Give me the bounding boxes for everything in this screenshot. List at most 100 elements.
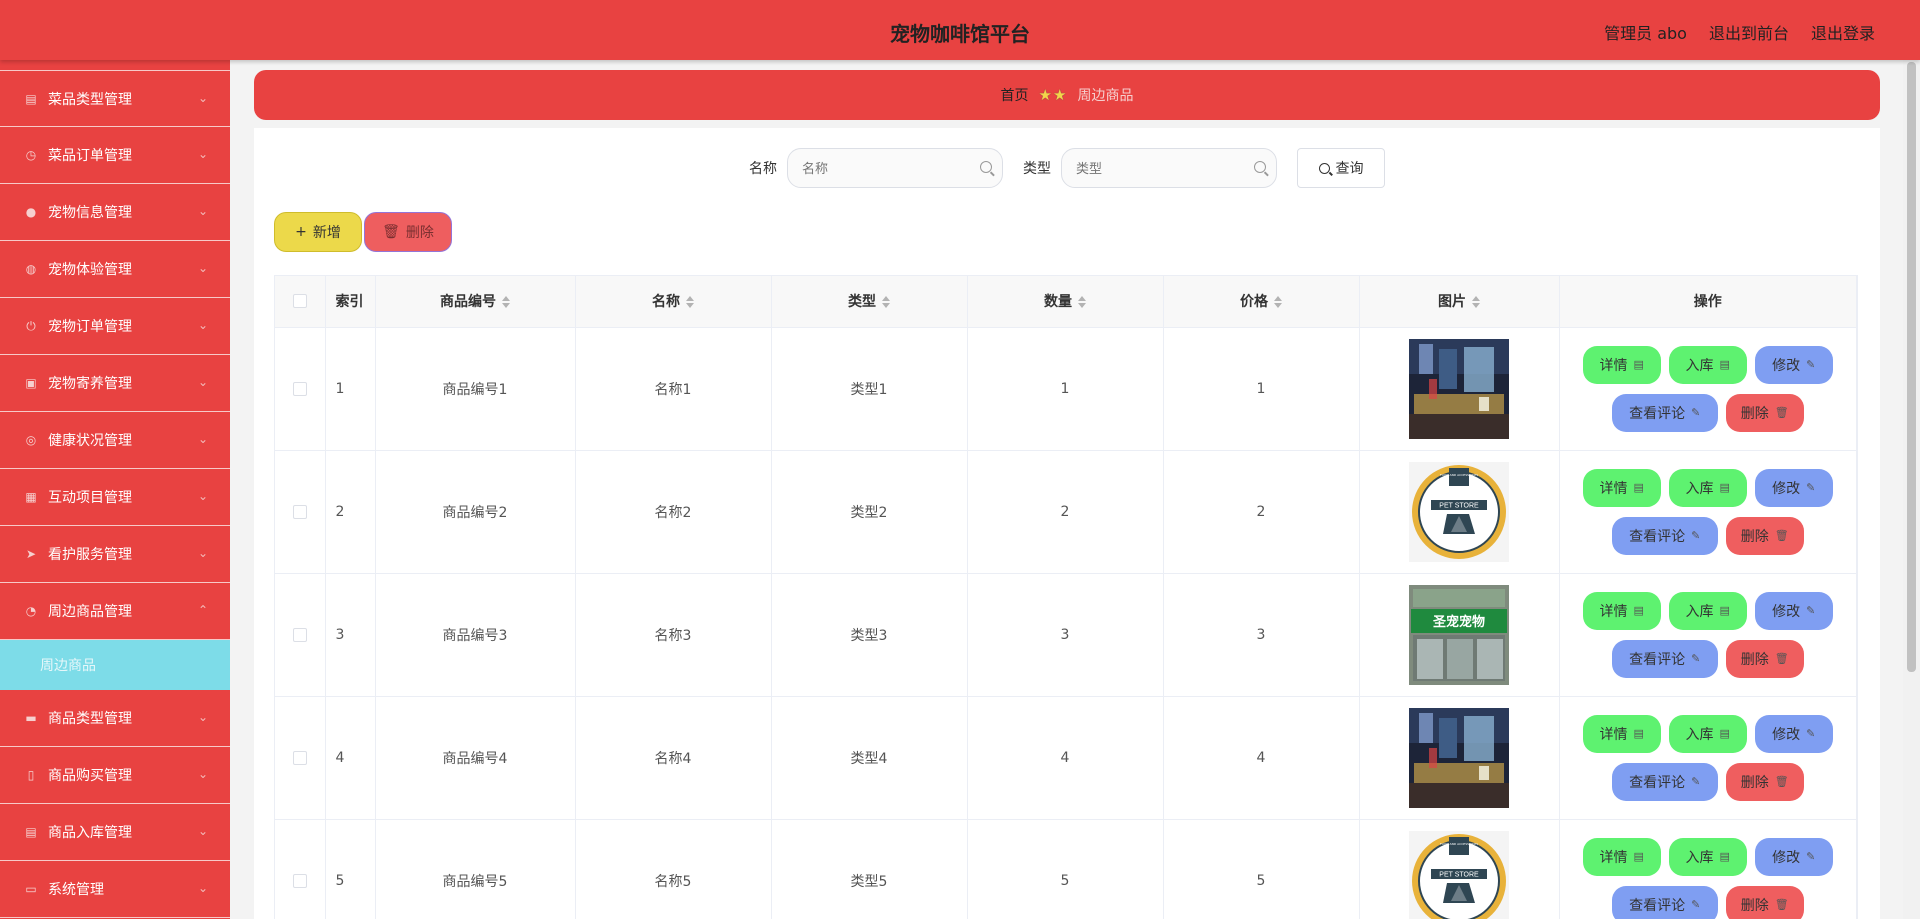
- batch-delete-button[interactable]: 🗑 删除: [364, 212, 452, 252]
- sort-icon[interactable]: [1472, 296, 1480, 309]
- chevron-down-icon: ⌄: [197, 710, 208, 724]
- stock-in-button[interactable]: 入库 ▤: [1668, 345, 1747, 384]
- breadcrumb-home[interactable]: 首页: [1001, 85, 1029, 105]
- sidebar-subitem-merch[interactable]: 周边商品: [0, 640, 230, 690]
- delete-button[interactable]: 删除 🗑: [1725, 762, 1804, 801]
- view-reviews-button[interactable]: 查看评论 ✎: [1611, 762, 1718, 801]
- edit-button[interactable]: 修改 ✎: [1754, 591, 1833, 630]
- search-icon: [1254, 161, 1266, 173]
- document-icon: ▤: [1719, 481, 1730, 494]
- pencil-icon: ✎: [1806, 727, 1816, 740]
- detail-button[interactable]: 详情 ▤: [1582, 714, 1661, 753]
- header-qty[interactable]: 数量: [967, 276, 1164, 328]
- sidebar-item-pet-info[interactable]: ● 宠物信息管理 ⌄: [0, 184, 230, 241]
- row-checkbox[interactable]: [292, 381, 307, 396]
- cell-type: 类型2: [771, 450, 968, 574]
- table-row: 2 商品编号2 名称2 类型2 2 2 FOOD AND ACCESSORIES PET ST…: [275, 450, 1857, 574]
- detail-button[interactable]: 详情 ▤: [1582, 837, 1661, 876]
- document-icon: ▤: [1633, 604, 1644, 617]
- header-image[interactable]: 图片: [1359, 276, 1560, 328]
- name-search-field: [787, 148, 1003, 188]
- stock-in-button[interactable]: 入库 ▤: [1668, 468, 1747, 507]
- sort-icon[interactable]: [1078, 296, 1086, 309]
- sidebar-item-pet-order[interactable]: ⏻ 宠物订单管理 ⌄: [0, 298, 230, 355]
- cell-ops: 详情 ▤ 入库 ▤ 修改 ✎ 查看评论 ✎ 删除 🗑: [1559, 450, 1857, 574]
- sidebar-item-label: 宠物订单管理: [48, 319, 132, 335]
- sidebar-item-pet-experience[interactable]: ◍ 宠物体验管理 ⌄: [0, 241, 230, 298]
- sidebar-item-health[interactable]: ◎ 健康状况管理 ⌄: [0, 412, 230, 469]
- stock-in-label: 入库: [1685, 603, 1714, 620]
- view-reviews-button[interactable]: 查看评论 ✎: [1611, 885, 1718, 919]
- query-button[interactable]: 查询: [1297, 148, 1385, 188]
- cell-type: 类型5: [771, 819, 968, 919]
- sort-icon[interactable]: [882, 296, 890, 309]
- detail-button[interactable]: 详情 ▤: [1582, 468, 1661, 507]
- sidebar-item-system[interactable]: ▭ 系统管理 ⌄: [0, 861, 230, 918]
- name-search-input[interactable]: [788, 149, 1002, 187]
- user-icon: ●: [25, 205, 37, 219]
- detail-button[interactable]: 详情 ▤: [1582, 345, 1661, 384]
- search-icon: [980, 161, 992, 173]
- header-price[interactable]: 价格: [1163, 276, 1360, 328]
- cell-image: FOOD AND ACCESSORIES PET STORE: [1359, 819, 1560, 919]
- row-checkbox[interactable]: [292, 627, 307, 642]
- chevron-down-icon: ⌄: [197, 432, 208, 446]
- row-checkbox[interactable]: [292, 750, 307, 765]
- trash-icon: 🗑: [1774, 775, 1789, 788]
- header-type[interactable]: 类型: [771, 276, 968, 328]
- power-icon: ⏻: [26, 318, 36, 333]
- chevron-down-icon: ⌄: [197, 91, 208, 105]
- scrollbar-thumb[interactable]: [1907, 62, 1916, 672]
- row-checkbox[interactable]: [292, 504, 307, 519]
- sidebar-item-label: 看护服务管理: [48, 547, 132, 563]
- stock-in-button[interactable]: 入库 ▤: [1668, 837, 1747, 876]
- sidebar-item-dish-type[interactable]: ▤ 菜品类型管理 ⌄: [0, 70, 230, 127]
- edit-button[interactable]: 修改 ✎: [1754, 837, 1833, 876]
- edit-button[interactable]: 修改 ✎: [1754, 345, 1833, 384]
- view-reviews-button[interactable]: 查看评论 ✎: [1611, 639, 1718, 678]
- delete-button[interactable]: 删除 🗑: [1725, 516, 1804, 555]
- document-icon: ▤: [1633, 481, 1644, 494]
- logout-link[interactable]: 退出登录: [1811, 20, 1875, 44]
- edit-button[interactable]: 修改 ✎: [1754, 714, 1833, 753]
- trash-icon: 🗑: [1774, 898, 1789, 911]
- select-all-cell: [275, 276, 326, 328]
- sort-icon[interactable]: [502, 296, 510, 309]
- select-all-checkbox[interactable]: [292, 294, 307, 309]
- cell-name: 名称3: [575, 573, 772, 697]
- sort-icon[interactable]: [686, 296, 694, 309]
- delete-label: 删除: [1740, 651, 1769, 668]
- sidebar-item-goods-stock[interactable]: ▤ 商品入库管理 ⌄: [0, 804, 230, 861]
- add-button[interactable]: + 新增: [274, 212, 362, 252]
- chevron-down-icon: ⌄: [197, 375, 208, 389]
- sidebar-item-care-service[interactable]: ➤ 看护服务管理 ⌄: [0, 526, 230, 583]
- sidebar-item-goods-purchase[interactable]: ▯ 商品购买管理 ⌄: [0, 747, 230, 804]
- row-checkbox[interactable]: [292, 873, 307, 888]
- header-code[interactable]: 商品编号: [375, 276, 576, 328]
- edit-label: 修改: [1772, 726, 1801, 743]
- delete-button[interactable]: 删除 🗑: [1725, 639, 1804, 678]
- sort-icon[interactable]: [1274, 296, 1282, 309]
- view-reviews-button[interactable]: 查看评论 ✎: [1611, 516, 1718, 555]
- delete-button[interactable]: 删除 🗑: [1725, 885, 1804, 919]
- header-name[interactable]: 名称: [575, 276, 772, 328]
- detail-label: 详情: [1599, 480, 1628, 497]
- sidebar-item-goods-type[interactable]: ▬ 商品类型管理 ⌄: [0, 690, 230, 747]
- admin-user-label[interactable]: 管理员 abo: [1604, 20, 1687, 44]
- type-search-input[interactable]: [1062, 149, 1276, 187]
- detail-button[interactable]: 详情 ▤: [1582, 591, 1661, 630]
- cell-price: 5: [1163, 819, 1360, 919]
- header-price-label: 价格: [1240, 294, 1268, 311]
- pencil-icon: ✎: [1806, 358, 1816, 371]
- stock-in-button[interactable]: 入库 ▤: [1668, 591, 1747, 630]
- sidebar-item-merch[interactable]: ◔ 周边商品管理 ⌃: [0, 583, 230, 640]
- header-image-label: 图片: [1438, 294, 1466, 311]
- back-to-front-link[interactable]: 退出到前台: [1709, 20, 1789, 44]
- delete-button[interactable]: 删除 🗑: [1725, 393, 1804, 432]
- sidebar-item-dish-order[interactable]: ◷ 菜品订单管理 ⌄: [0, 127, 230, 184]
- sidebar-item-interaction[interactable]: ▦ 互动项目管理 ⌄: [0, 469, 230, 526]
- stock-in-button[interactable]: 入库 ▤: [1668, 714, 1747, 753]
- sidebar-item-pet-boarding[interactable]: ▣ 宠物寄养管理 ⌄: [0, 355, 230, 412]
- edit-button[interactable]: 修改 ✎: [1754, 468, 1833, 507]
- view-reviews-button[interactable]: 查看评论 ✎: [1611, 393, 1718, 432]
